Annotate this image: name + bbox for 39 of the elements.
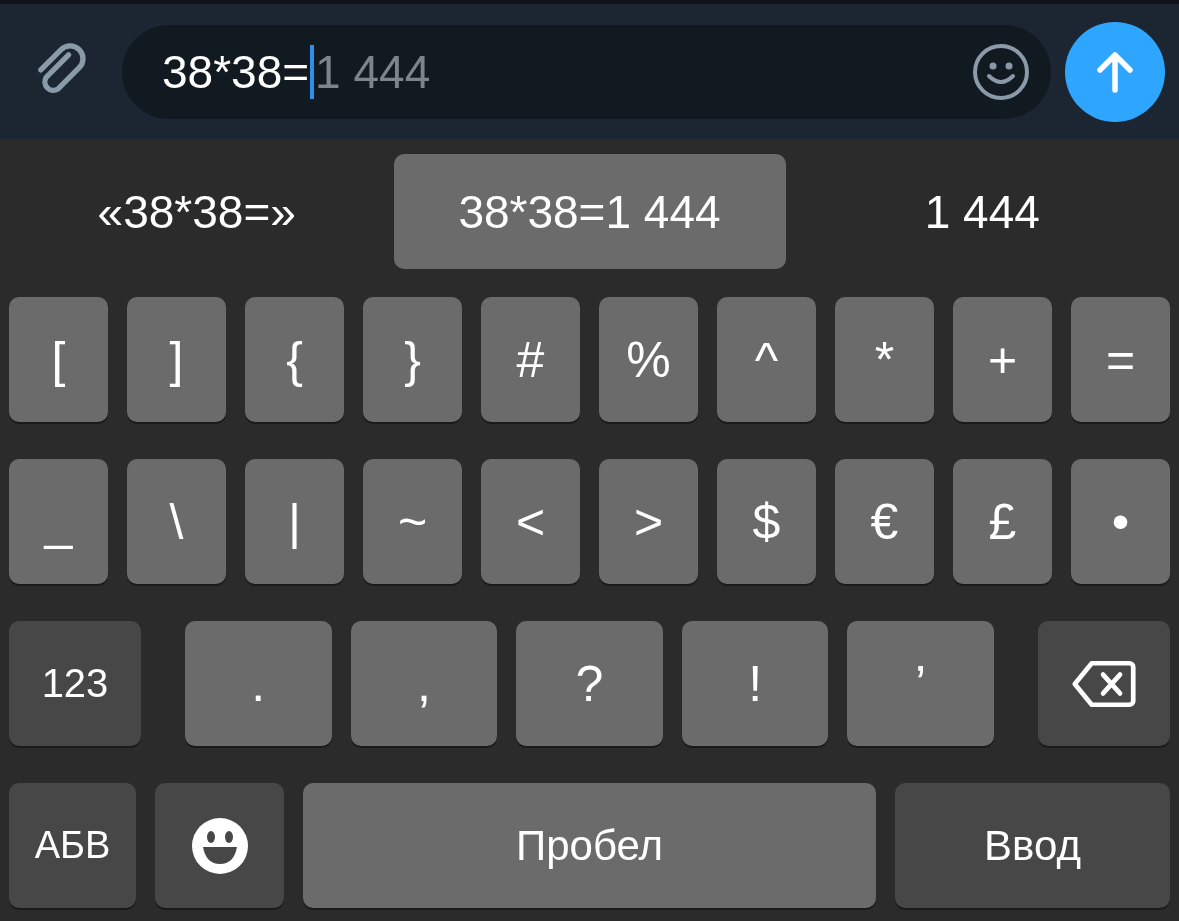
suggestion[interactable]: 38*38=1 444 bbox=[393, 154, 786, 269]
smiley-icon[interactable] bbox=[971, 41, 1031, 102]
key[interactable]: | bbox=[245, 459, 344, 584]
backspace-key[interactable] bbox=[1037, 621, 1170, 746]
key[interactable]: \ bbox=[127, 459, 226, 584]
key[interactable]: * bbox=[835, 297, 934, 422]
key[interactable]: • bbox=[1071, 459, 1170, 584]
key[interactable]: } bbox=[363, 297, 462, 422]
key[interactable]: $ bbox=[717, 459, 816, 584]
key[interactable]: ~ bbox=[363, 459, 462, 584]
key[interactable]: % bbox=[599, 297, 698, 422]
suggestion[interactable]: «38*38=» bbox=[0, 154, 394, 269]
suggestion[interactable]: 1 444 bbox=[785, 154, 1179, 269]
key[interactable]: + bbox=[953, 297, 1052, 422]
key[interactable]: _ bbox=[9, 459, 108, 584]
key[interactable]: , bbox=[350, 621, 498, 746]
key[interactable]: [ bbox=[9, 297, 108, 422]
key[interactable]: АБВ bbox=[9, 783, 136, 908]
key[interactable]: 123 bbox=[9, 621, 141, 746]
emoji-key[interactable] bbox=[155, 783, 284, 908]
key[interactable]: < bbox=[481, 459, 580, 584]
typed-text: 38*38= bbox=[162, 44, 310, 99]
key[interactable]: ^ bbox=[717, 297, 816, 422]
grinning-emoji-icon bbox=[189, 815, 250, 876]
key[interactable]: ! bbox=[681, 621, 829, 746]
inline-completion: 1 444 bbox=[315, 44, 432, 99]
key[interactable]: # bbox=[481, 297, 580, 422]
enter-key[interactable]: Ввод bbox=[895, 783, 1170, 908]
key[interactable]: ] bbox=[127, 297, 226, 422]
key[interactable]: = bbox=[1071, 297, 1170, 422]
key[interactable]: { bbox=[245, 297, 344, 422]
key[interactable]: € bbox=[835, 459, 934, 584]
key[interactable]: ? bbox=[516, 621, 663, 746]
key[interactable]: > bbox=[599, 459, 698, 584]
space-key[interactable]: Пробел bbox=[303, 783, 876, 908]
key[interactable]: £ bbox=[953, 459, 1052, 584]
key[interactable]: . bbox=[185, 621, 332, 746]
message-input-field[interactable]: 38*38=1 444 bbox=[122, 24, 1051, 119]
key[interactable]: ’ bbox=[847, 621, 994, 746]
